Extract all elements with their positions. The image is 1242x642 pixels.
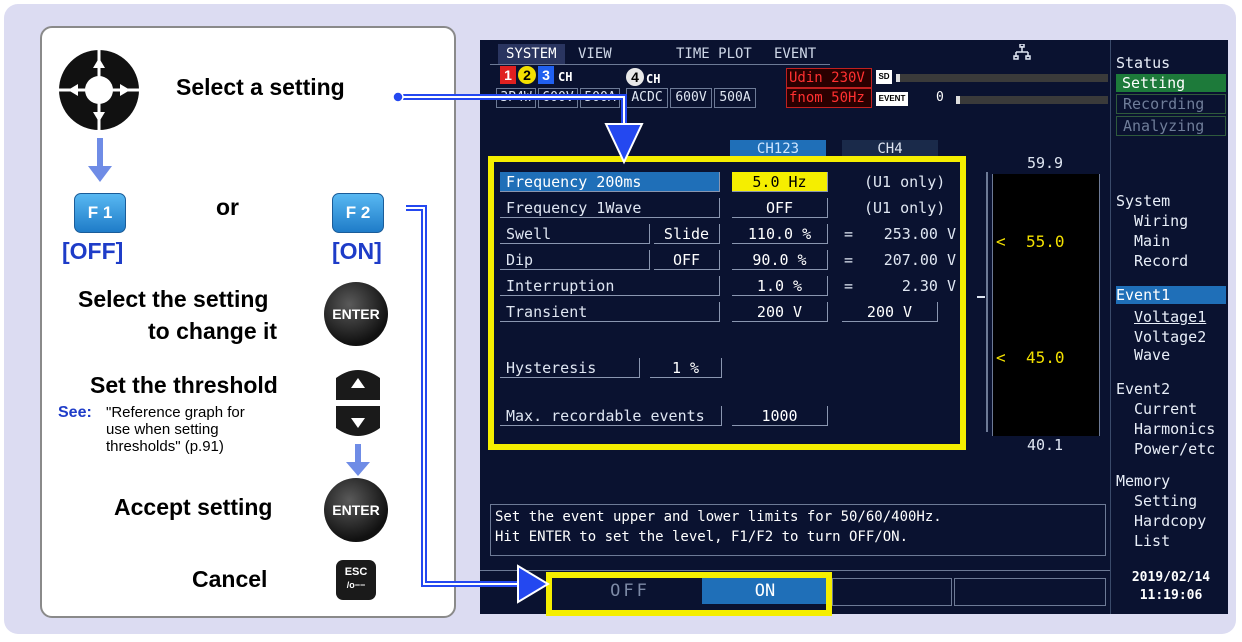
- arrow-head-right: [517, 564, 550, 604]
- arrow-select-to-row: [398, 94, 627, 124]
- connector-arrows: [392, 91, 644, 604]
- arrow-start-dot: [392, 91, 404, 103]
- arrow-head-down: [604, 123, 644, 165]
